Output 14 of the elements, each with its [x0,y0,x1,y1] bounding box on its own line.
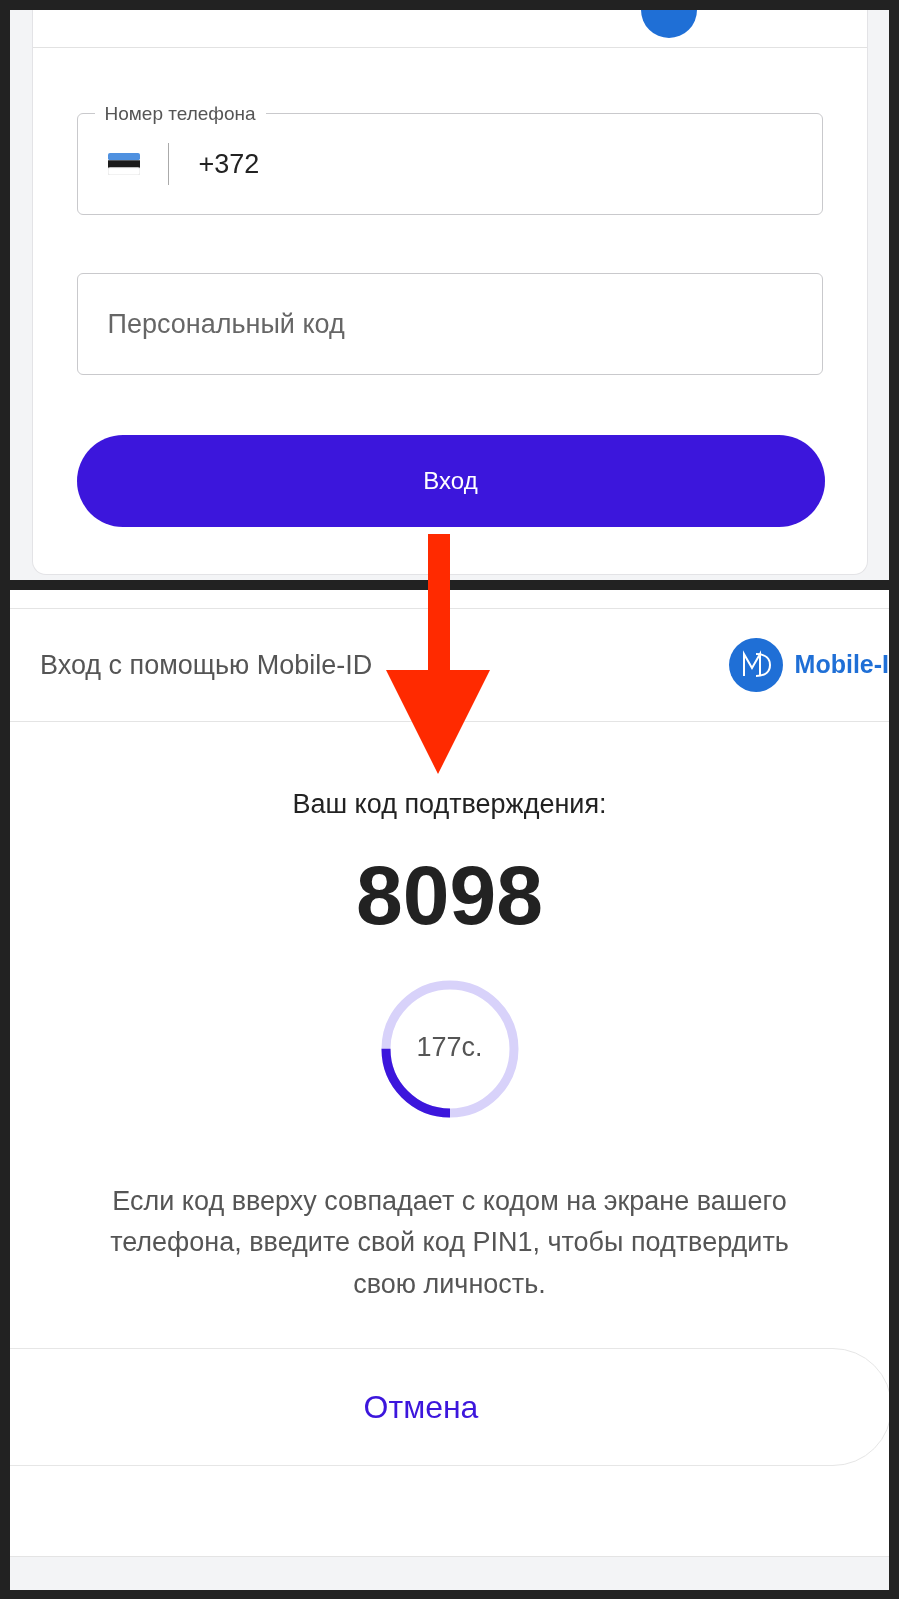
arrow-icon [386,534,490,774]
prompt-text: Ваш код подтверждения: [291,788,608,821]
cancel-button[interactable]: Отмена [10,1348,889,1467]
phone-number-input[interactable]: +372 [196,142,697,186]
brand-name: Mobile-I [794,649,889,681]
personal-code-field[interactable]: Персональный код [76,273,823,375]
flag-icon [107,153,140,175]
instruction-text: Если код вверху совпадает с кодом на экране вашего телефона, введите свой код PIN1, чтобы подтвердить свою личность. [109,1184,790,1302]
logo-icon [728,638,783,692]
login-button[interactable]: Вход [76,435,825,527]
confirmation-code: 8098 [355,852,544,937]
header-title: Вход с помощью Mobile-ID [40,648,373,682]
countdown-reading: 177с. [415,1030,484,1064]
personal-code-field[interactable]: Персональный код [105,302,606,346]
